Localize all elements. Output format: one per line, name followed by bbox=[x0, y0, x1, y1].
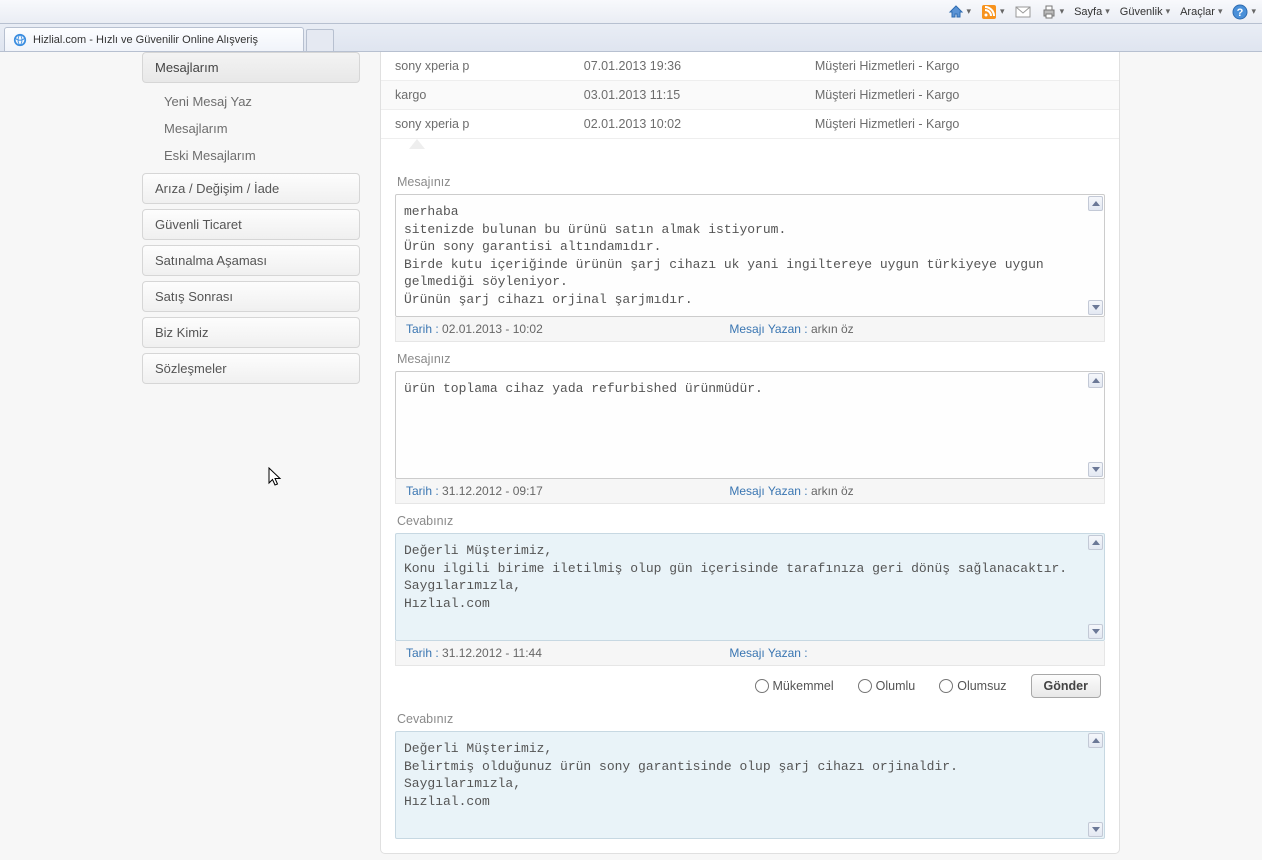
message-label: Mesajınız bbox=[395, 342, 1105, 371]
row-dept: Müşteri Hizmetleri - Kargo bbox=[801, 81, 1119, 110]
message-meta: Tarih : 31.12.2012 - 11:44Mesajı Yazan : bbox=[395, 641, 1105, 666]
message-body[interactable]: merhaba sitenizde bulunan bu ürünü satın… bbox=[395, 194, 1105, 317]
home-icon[interactable]: ▾ bbox=[948, 4, 972, 20]
toolbar-page-menu[interactable]: Sayfa▾ bbox=[1074, 6, 1110, 18]
toolbar-safety-menu[interactable]: Güvenlik▾ bbox=[1120, 6, 1170, 18]
row-dept: Müşteri Hizmetleri - Kargo bbox=[801, 110, 1119, 139]
row-subject: sony xperia p bbox=[381, 52, 570, 81]
reply-body[interactable]: Değerli Müşterimiz, Belirtmiş olduğunuz … bbox=[395, 731, 1105, 839]
row-subject: sony xperia p bbox=[381, 110, 570, 139]
scroll-up-icon[interactable] bbox=[1088, 373, 1103, 388]
message-row[interactable]: kargo03.01.2013 11:15Müşteri Hizmetleri … bbox=[381, 81, 1119, 110]
browser-toolbar: ▾ ▾ ▾ Sayfa▾ Güvenlik▾ Araçlar▾ ?▾ bbox=[0, 0, 1262, 24]
message-panel: sony xperia p07.01.2013 19:36Müşteri Hiz… bbox=[380, 52, 1120, 854]
sidebar: Mesajlarım Yeni Mesaj Yaz Mesajlarım Esk… bbox=[142, 52, 360, 854]
sidebar-sub-my-messages[interactable]: Mesajlarım bbox=[142, 115, 360, 142]
ie-favicon bbox=[13, 33, 27, 47]
row-date: 03.01.2013 11:15 bbox=[570, 81, 801, 110]
scroll-up-icon[interactable] bbox=[1088, 733, 1103, 748]
row-dept: Müşteri Hizmetleri - Kargo bbox=[801, 52, 1119, 81]
help-icon[interactable]: ?▾ bbox=[1232, 4, 1256, 20]
message-label: Mesajınız bbox=[395, 165, 1105, 194]
message-meta: Tarih : 31.12.2012 - 09:17Mesajı Yazan :… bbox=[395, 479, 1105, 504]
new-tab-button[interactable] bbox=[306, 29, 334, 51]
thread-pointer-arrow bbox=[381, 139, 1119, 153]
browser-tab-title: Hizlial.com - Hızlı ve Güvenilir Online … bbox=[33, 34, 258, 46]
reply-body[interactable]: Değerli Müşterimiz, Konu ilgili birime i… bbox=[395, 533, 1105, 641]
sidebar-item-purchase-phase[interactable]: Satınalma Aşaması bbox=[142, 245, 360, 276]
sidebar-item-after-sales[interactable]: Satış Sonrası bbox=[142, 281, 360, 312]
rating-row: Mükemmel Olumlu Olumsuz Gönder bbox=[395, 666, 1105, 702]
reply-label: Cevabınız bbox=[395, 702, 1105, 731]
sidebar-sub-new-message[interactable]: Yeni Mesaj Yaz bbox=[142, 88, 360, 115]
message-row[interactable]: sony xperia p02.01.2013 10:02Müşteri Hiz… bbox=[381, 110, 1119, 139]
rss-icon[interactable]: ▾ bbox=[981, 4, 1005, 20]
mail-icon[interactable] bbox=[1015, 5, 1031, 19]
scroll-down-icon[interactable] bbox=[1088, 822, 1103, 837]
sidebar-item-about-us[interactable]: Biz Kimiz bbox=[142, 317, 360, 348]
scroll-down-icon[interactable] bbox=[1088, 462, 1103, 477]
sidebar-item-returns[interactable]: Arıza / Değişim / İade bbox=[142, 173, 360, 204]
scroll-down-icon[interactable] bbox=[1088, 624, 1103, 639]
message-thread: Mesajınızmerhaba sitenizde bulunan bu ür… bbox=[381, 159, 1119, 853]
sidebar-item-secure-trade[interactable]: Güvenli Ticaret bbox=[142, 209, 360, 240]
message-body[interactable]: ürün toplama cihaz yada refurbished ürün… bbox=[395, 371, 1105, 479]
row-date: 07.01.2013 19:36 bbox=[570, 52, 801, 81]
browser-tab[interactable]: Hizlial.com - Hızlı ve Güvenilir Online … bbox=[4, 27, 304, 51]
scroll-up-icon[interactable] bbox=[1088, 535, 1103, 550]
row-date: 02.01.2013 10:02 bbox=[570, 110, 801, 139]
row-subject: kargo bbox=[381, 81, 570, 110]
rating-negative[interactable]: Olumsuz bbox=[939, 679, 1006, 693]
toolbar-tools-menu[interactable]: Araçlar▾ bbox=[1180, 6, 1222, 18]
rating-excellent[interactable]: Mükemmel bbox=[755, 679, 834, 693]
svg-text:?: ? bbox=[1237, 7, 1244, 19]
reply-label: Cevabınız bbox=[395, 504, 1105, 533]
browser-tab-strip: Hizlial.com - Hızlı ve Güvenilir Online … bbox=[0, 24, 1262, 52]
scroll-down-icon[interactable] bbox=[1088, 300, 1103, 315]
message-row[interactable]: sony xperia p07.01.2013 19:36Müşteri Hiz… bbox=[381, 52, 1119, 81]
sidebar-header-messages[interactable]: Mesajlarım bbox=[142, 52, 360, 83]
rating-positive[interactable]: Olumlu bbox=[858, 679, 916, 693]
message-list-table: sony xperia p07.01.2013 19:36Müşteri Hiz… bbox=[381, 52, 1119, 139]
send-button[interactable]: Gönder bbox=[1031, 674, 1101, 698]
message-meta: Tarih : 02.01.2013 - 10:02Mesajı Yazan :… bbox=[395, 317, 1105, 342]
sidebar-sub-old-messages[interactable]: Eski Mesajlarım bbox=[142, 142, 360, 169]
print-icon[interactable]: ▾ bbox=[1041, 4, 1065, 20]
scroll-up-icon[interactable] bbox=[1088, 196, 1103, 211]
sidebar-item-contracts[interactable]: Sözleşmeler bbox=[142, 353, 360, 384]
